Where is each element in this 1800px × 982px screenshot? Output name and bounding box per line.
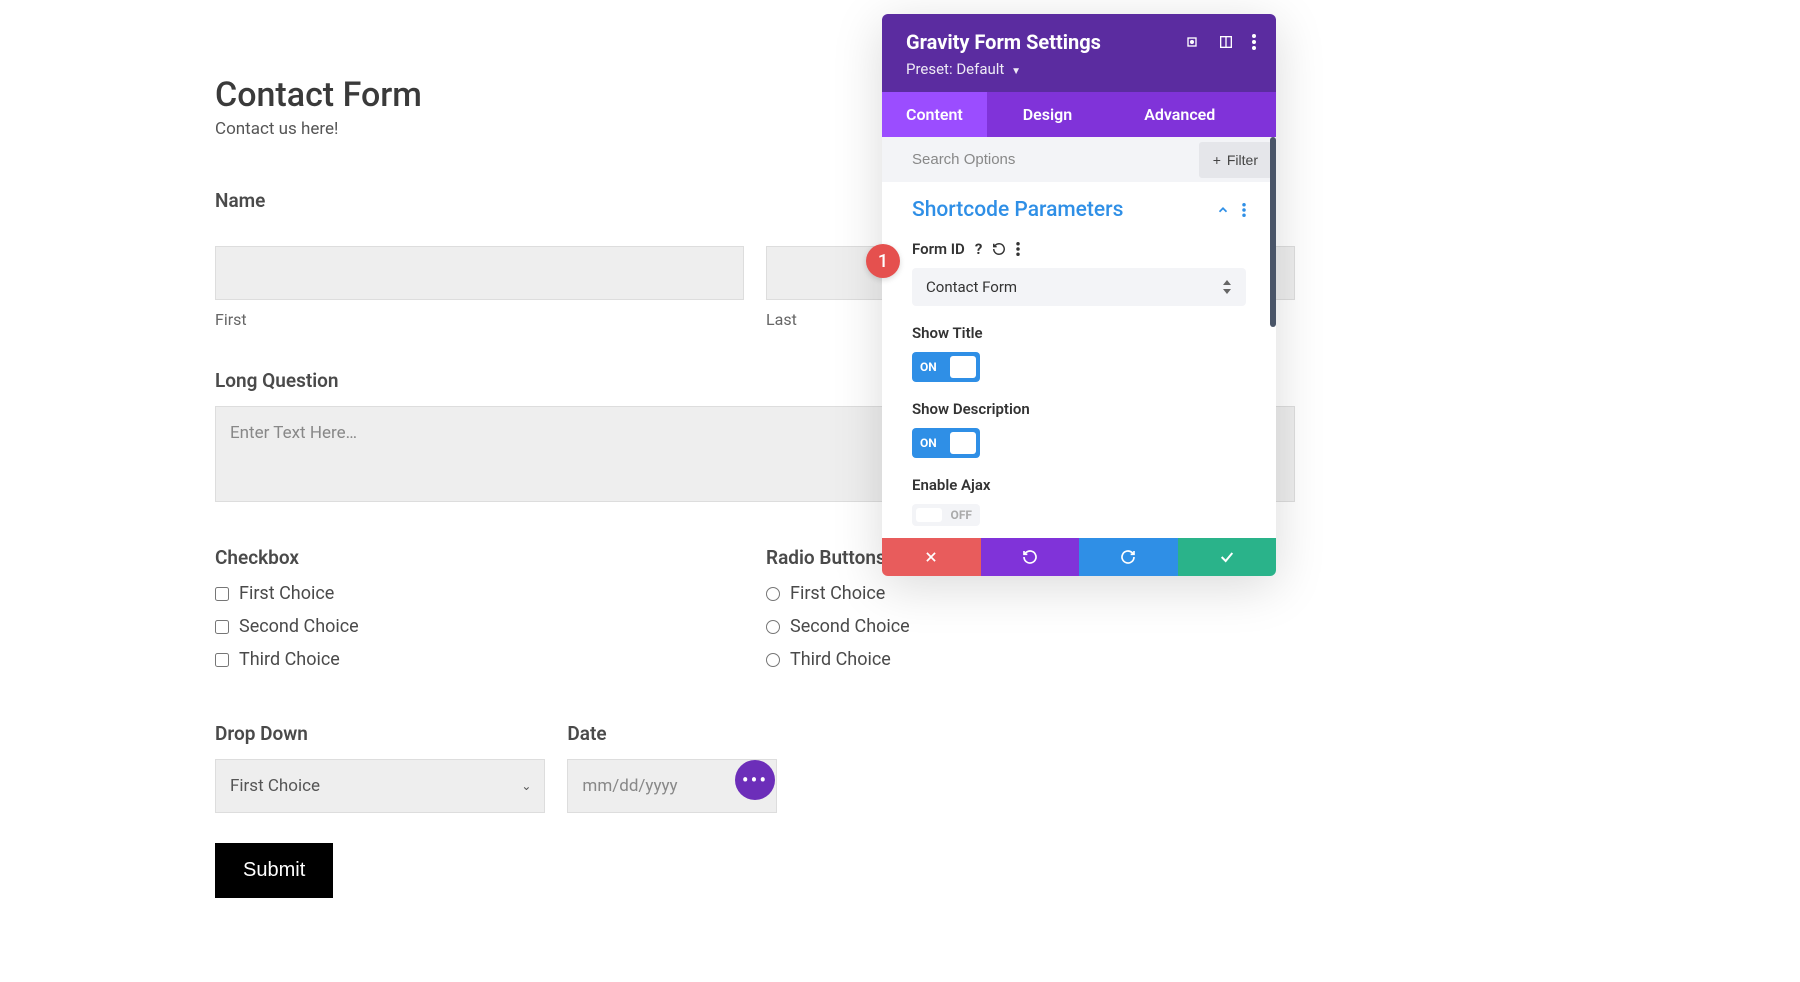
toggle-knob — [916, 508, 942, 522]
save-button[interactable] — [1178, 538, 1277, 576]
panel-tabs: Content Design Advanced — [882, 92, 1276, 137]
layout-icon[interactable] — [1218, 34, 1234, 50]
radio-option[interactable]: First Choice — [766, 583, 1295, 604]
radio-option-label: First Choice — [790, 583, 885, 604]
checkbox-option[interactable]: First Choice — [215, 583, 744, 604]
close-icon — [924, 550, 938, 564]
form-id-select[interactable]: Contact Form — [912, 268, 1246, 306]
undo-button[interactable] — [981, 538, 1080, 576]
preset-dropdown[interactable]: Preset: Default ▼ — [906, 60, 1256, 78]
checkbox-label: Checkbox — [215, 546, 744, 569]
toggle-knob — [950, 432, 976, 454]
radio-input[interactable] — [766, 587, 780, 601]
tab-design[interactable]: Design — [987, 92, 1108, 137]
checkbox-option-label: Second Choice — [239, 616, 359, 637]
tab-content[interactable]: Content — [882, 92, 987, 137]
checkbox-option[interactable]: Second Choice — [215, 616, 744, 637]
collapse-icon[interactable] — [1216, 203, 1230, 217]
redo-icon — [1120, 549, 1136, 565]
panel-body: + Filter Shortcode Parameters — [882, 137, 1276, 538]
dropdown-select[interactable]: First Choice — [215, 759, 545, 813]
radio-option[interactable]: Third Choice — [766, 649, 1295, 670]
form-id-value: Contact Form — [926, 278, 1017, 296]
dropdown-label: Drop Down — [215, 722, 545, 745]
caret-down-icon: ▼ — [1011, 66, 1021, 77]
enable-ajax-label: Enable Ajax — [912, 476, 991, 494]
show-title-label: Show Title — [912, 324, 983, 342]
filter-button[interactable]: + Filter — [1199, 142, 1272, 178]
radio-input[interactable] — [766, 620, 780, 634]
panel-title: Gravity Form Settings — [906, 30, 1101, 54]
floating-action-button[interactable]: ••• — [735, 760, 775, 800]
submit-button[interactable]: Submit — [215, 843, 333, 898]
search-options-input[interactable] — [882, 137, 1195, 182]
kebab-menu-icon[interactable] — [1252, 34, 1256, 50]
help-icon[interactable]: ? — [975, 240, 982, 258]
section-title: Shortcode Parameters — [912, 198, 1123, 222]
panel-footer — [882, 538, 1276, 576]
plus-icon: + — [1213, 152, 1221, 168]
preset-label: Preset: Default — [906, 60, 1004, 78]
toggle-state: ON — [920, 360, 937, 374]
filter-label: Filter — [1227, 152, 1258, 168]
checkbox-option-label: Third Choice — [239, 649, 340, 670]
redo-button[interactable] — [1079, 538, 1178, 576]
radio-option[interactable]: Second Choice — [766, 616, 1295, 637]
annotation-marker-1: 1 — [866, 244, 900, 278]
kebab-menu-icon[interactable] — [1016, 242, 1020, 256]
radio-input[interactable] — [766, 653, 780, 667]
kebab-menu-icon[interactable] — [1242, 203, 1246, 217]
first-name-sublabel: First — [215, 310, 744, 329]
checkbox-input[interactable] — [215, 653, 229, 667]
toggle-state: OFF — [951, 508, 972, 522]
radio-option-label: Third Choice — [790, 649, 891, 670]
cancel-button[interactable] — [882, 538, 981, 576]
expand-icon[interactable] — [1184, 34, 1200, 50]
panel-header: Gravity Form Settings Preset: Default ▼ — [882, 14, 1276, 92]
show-title-toggle[interactable]: ON — [912, 352, 980, 382]
form-id-label: Form ID — [912, 240, 965, 258]
checkbox-option-label: First Choice — [239, 583, 334, 604]
checkbox-option[interactable]: Third Choice — [215, 649, 744, 670]
checkbox-input[interactable] — [215, 620, 229, 634]
sort-icon — [1222, 280, 1232, 294]
reset-icon[interactable] — [992, 242, 1006, 256]
settings-panel: Gravity Form Settings Preset: Default ▼ … — [882, 14, 1276, 576]
check-icon — [1219, 549, 1235, 565]
ellipsis-icon: ••• — [742, 768, 768, 792]
toggle-knob — [950, 356, 976, 378]
toggle-state: ON — [920, 436, 937, 450]
undo-icon — [1022, 549, 1038, 565]
radio-option-label: Second Choice — [790, 616, 910, 637]
enable-ajax-toggle[interactable]: OFF — [912, 504, 980, 526]
date-label: Date — [567, 722, 777, 745]
checkbox-input[interactable] — [215, 587, 229, 601]
show-description-toggle[interactable]: ON — [912, 428, 980, 458]
first-name-input[interactable] — [215, 246, 744, 300]
show-description-label: Show Description — [912, 400, 1030, 418]
tab-advanced[interactable]: Advanced — [1108, 92, 1239, 137]
